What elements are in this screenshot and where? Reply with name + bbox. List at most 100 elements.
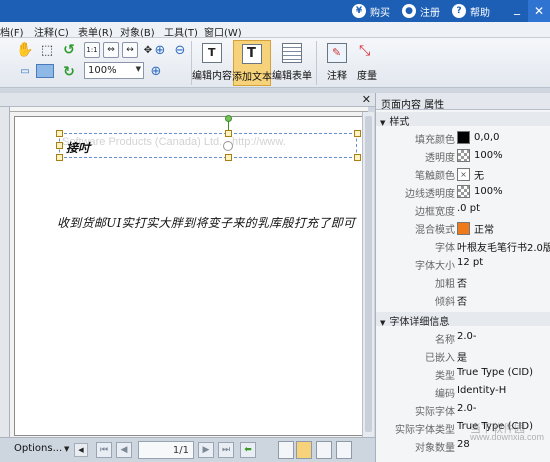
resize-handle[interactable] [225, 154, 232, 161]
menu-object[interactable]: 对象(B) [120, 24, 155, 39]
menu-file[interactable]: 档(F) [0, 24, 24, 39]
menu-window[interactable]: 窗口(W) [204, 24, 242, 39]
zoom-plus-icon[interactable]: ⊕ [148, 63, 164, 79]
property-row[interactable]: 边线透明度 100% [376, 182, 550, 200]
add-text-button[interactable]: T 添加文本 [232, 40, 272, 86]
handwriting-text-line[interactable]: 收到货邮UI实打实大胖到将变子来的乳库殷打充了即可写呢 [57, 214, 357, 231]
resize-handle[interactable] [225, 130, 232, 137]
property-value[interactable]: .0 pt [457, 203, 480, 214]
rotate-ccw-icon[interactable]: ↺ [60, 41, 78, 59]
property-row[interactable]: 填充颜色 0,0,0 [376, 128, 550, 146]
property-key: 名称 [435, 335, 455, 346]
screenshot-icon[interactable] [36, 64, 54, 78]
continuous-view-icon[interactable] [296, 441, 312, 459]
first-page-icon[interactable]: ⏮ [96, 442, 112, 458]
menu-comment[interactable]: 注释(C) [34, 24, 69, 39]
last-page-icon[interactable]: ⏭ [218, 442, 234, 458]
property-value[interactable]: 否 [457, 293, 467, 308]
property-value[interactable]: 叶根友毛笔行书2.0版 [457, 239, 550, 254]
facing-view-icon[interactable] [316, 441, 332, 459]
property-value[interactable]: 正常 [457, 221, 494, 236]
select-tool-icon[interactable]: ⬚ [38, 41, 56, 59]
resize-handle[interactable] [354, 130, 361, 137]
scroll-left-button[interactable]: ◀ [74, 443, 88, 457]
property-value[interactable]: 0,0,0 [457, 131, 499, 144]
facing-continuous-view-icon[interactable] [336, 441, 352, 459]
actual-size-button[interactable]: 1:1 [84, 42, 100, 58]
property-row[interactable]: 边框宽度 .0 pt [376, 200, 550, 218]
menu-tools[interactable]: 工具(T) [164, 24, 198, 39]
color-swatch-icon[interactable]: × [457, 168, 470, 181]
edit-content-button[interactable]: T 编辑内容 [192, 40, 232, 86]
zoom-out-icon[interactable]: ⊖ [172, 42, 188, 58]
property-row[interactable]: 字体 叶根友毛笔行书2.0版 [376, 236, 550, 254]
property-row[interactable]: 类型 True Type (CID) [376, 364, 550, 382]
zoom-select[interactable]: 100% ▼ [84, 62, 144, 79]
register-button[interactable]: ● 注册 [402, 3, 440, 19]
collapse-icon: ▼ [380, 119, 386, 127]
property-row[interactable]: 名称 2.0- [376, 328, 550, 346]
property-value-text: 0,0,0 [474, 132, 500, 143]
options-menu[interactable]: Options... [14, 443, 62, 454]
property-row[interactable]: 倾斜否 [376, 290, 550, 308]
vertical-scrollbar[interactable] [362, 112, 374, 437]
color-swatch-icon[interactable] [457, 222, 470, 235]
property-row[interactable]: 编码 Identity-H [376, 382, 550, 400]
property-row[interactable]: 已嵌入是 [376, 346, 550, 364]
resize-handle[interactable] [56, 142, 63, 149]
document-pane-header: ✕ [0, 93, 375, 107]
next-page-icon[interactable]: ▶ [198, 442, 214, 458]
property-row[interactable]: 混合模式 正常 [376, 218, 550, 236]
help-button[interactable]: ? 帮助 [452, 3, 490, 19]
annotation-label: 注释 [327, 71, 347, 82]
property-value[interactable]: 否 [457, 275, 467, 290]
pdf-page[interactable] [14, 116, 368, 436]
color-swatch-icon[interactable] [457, 149, 470, 162]
property-row[interactable]: 笔触颜色 × 无 [376, 164, 550, 182]
property-row[interactable]: 加粗否 [376, 272, 550, 290]
menu-form[interactable]: 表单(R) [78, 24, 113, 39]
property-key: 倾斜 [435, 297, 455, 308]
zoom-in-icon[interactable]: ⊕ [152, 42, 168, 58]
resize-handle[interactable] [354, 154, 361, 161]
property-value: True Type (CID) [457, 367, 534, 378]
close-window-button[interactable]: ✕ [528, 0, 550, 22]
property-key: 透明度 [425, 153, 455, 164]
single-page-view-icon[interactable] [278, 441, 294, 459]
property-key: 混合模式 [415, 225, 455, 236]
color-swatch-icon[interactable] [457, 185, 470, 198]
buy-button[interactable]: ¥ 购买 [352, 3, 390, 19]
measure-button[interactable]: ⤡ 度量 [348, 40, 386, 86]
page-number-field[interactable]: 1/1 [138, 441, 194, 459]
property-row[interactable]: 字体大小 12 pt [376, 254, 550, 272]
rotate-cw-icon[interactable]: ↻ [60, 63, 78, 81]
close-icon[interactable]: ✕ [362, 93, 371, 106]
resize-handle[interactable] [56, 130, 63, 137]
property-key: 加粗 [435, 279, 455, 290]
property-value[interactable]: 12 pt [457, 257, 483, 268]
text-selection-box[interactable] [59, 133, 357, 158]
property-value[interactable]: × 无 [457, 167, 484, 182]
rotate-handle[interactable] [225, 115, 232, 122]
property-value[interactable]: 100% [457, 185, 503, 198]
selected-text-object[interactable]: 接吋 [66, 139, 90, 156]
minimize-button[interactable]: _ [510, 2, 524, 17]
property-row[interactable]: 透明度 100% [376, 146, 550, 164]
prev-page-icon[interactable]: ◀ [116, 442, 132, 458]
document-view[interactable] [10, 112, 368, 437]
fit-width-icon[interactable]: ↔ [122, 42, 138, 58]
snapshot-icon[interactable]: ▭ [18, 64, 32, 78]
hand-tool-icon[interactable]: ✋ [16, 41, 34, 59]
section-font-detail-header[interactable]: ▼ 字体详细信息 [376, 312, 550, 328]
property-value[interactable]: 100% [457, 149, 503, 162]
resize-handle[interactable] [56, 154, 63, 161]
color-swatch-icon[interactable] [457, 131, 470, 144]
property-row[interactable]: 实际字体 2.0- [376, 400, 550, 418]
fit-page-icon[interactable]: ⇔ [103, 42, 119, 58]
edit-form-button[interactable]: 编辑表单 [272, 40, 312, 86]
property-value-text: 否 [457, 297, 467, 308]
back-arrow-icon[interactable]: ⬅ [240, 442, 256, 458]
scroll-thumb[interactable] [365, 116, 372, 432]
edit-form-label: 编辑表单 [272, 71, 312, 82]
section-style-header[interactable]: ▼ 样式 [376, 112, 550, 128]
